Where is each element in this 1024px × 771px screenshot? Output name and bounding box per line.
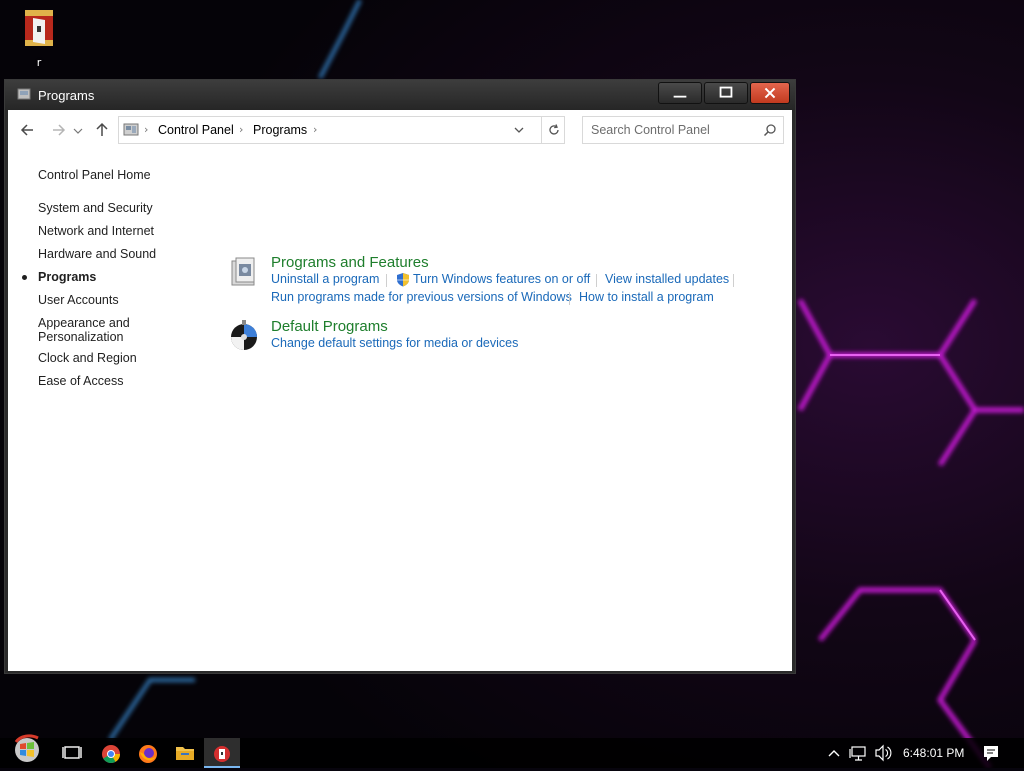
task-view-icon [62,746,82,759]
shield-icon [397,273,409,287]
breadcrumb-separator: › [144,123,149,136]
nav-appearance-line1: Appearance and [38,316,130,330]
link-separator [733,274,734,287]
window-title: Programs [38,88,95,103]
recent-locations-button[interactable] [72,120,84,140]
nav-appearance-line2: Personalization [38,330,124,344]
programs-and-features-link[interactable]: Programs and Features [271,254,429,271]
link-separator [569,292,570,305]
start-orb-icon [14,734,39,762]
firefox-icon [139,745,157,763]
breadcrumb-programs[interactable]: Programs [253,123,307,137]
speaker-icon [875,744,892,762]
up-button[interactable] [92,120,112,140]
link-separator [386,274,387,287]
archive-app-icon [19,6,59,52]
nav-system-and-security[interactable]: System and Security [38,201,153,215]
minimize-button[interactable] [658,82,702,104]
desktop-shortcut[interactable]: r [12,6,66,69]
chrome-taskbar-button[interactable] [93,738,129,768]
chevron-down-icon [514,127,524,133]
programs-icon [17,88,31,100]
programs-and-features-icon [231,257,255,286]
address-dropdown-button[interactable] [511,123,527,137]
chevron-down-icon [73,128,83,134]
maximize-button[interactable] [704,82,748,104]
nav-ease-of-access[interactable]: Ease of Access [38,374,123,388]
forward-button[interactable] [48,120,68,140]
maximize-icon [719,86,733,98]
control-panel-taskbar-button[interactable] [204,738,240,768]
refresh-icon [549,124,559,135]
search-icon[interactable] [763,123,777,137]
how-to-install-link[interactable]: How to install a program [579,290,714,304]
active-bullet-icon [22,275,27,280]
uninstall-program-link[interactable]: Uninstall a program [271,272,379,286]
file-explorer-icon [176,747,194,760]
nav-network-and-internet[interactable]: Network and Internet [38,224,154,238]
network-icon [849,746,866,761]
refresh-button[interactable] [541,117,566,143]
back-button[interactable] [18,120,38,140]
taskbar-clock[interactable]: 6:48:01 PM [903,746,964,760]
control-panel-icon [123,123,139,136]
nav-user-accounts[interactable]: User Accounts [38,293,119,307]
control-panel-window: Programs › Control Panel › Programs › Se… [4,79,796,674]
control-panel-icon [214,746,230,762]
action-center-button[interactable] [982,738,1000,768]
show-hidden-icons-button[interactable] [826,738,842,768]
default-programs-link[interactable]: Default Programs [271,318,388,335]
start-button[interactable] [8,734,48,768]
nav-control-panel-home[interactable]: Control Panel Home [38,168,151,182]
back-arrow-icon [20,124,33,136]
default-programs-icon [231,320,257,350]
firefox-taskbar-button[interactable] [130,738,166,768]
breadcrumb-separator: › [239,123,244,136]
task-view-button[interactable] [54,738,90,768]
window-content: › Control Panel › Programs › Search Cont… [8,110,792,671]
link-separator [596,274,597,287]
notification-icon [984,746,998,761]
search-box[interactable]: Search Control Panel [582,116,784,144]
chrome-icon [102,745,120,764]
breadcrumb-separator: › [313,123,318,136]
nav-programs[interactable]: Programs [22,270,97,284]
taskbar: 6:48:01 PM [0,734,1024,768]
nav-clock-and-region[interactable]: Clock and Region [38,351,137,365]
up-arrow-icon [96,122,108,136]
turn-windows-features-link[interactable]: Turn Windows features on or off [413,272,590,286]
address-bar[interactable]: › Control Panel › Programs › [118,116,565,144]
close-button[interactable] [750,82,790,104]
nav-appearance-and-personalization[interactable]: Appearance and Personalization [38,316,130,344]
close-icon [764,87,776,99]
breadcrumb-control-panel[interactable]: Control Panel [158,123,234,137]
chevron-up-icon [828,750,840,757]
run-older-programs-link[interactable]: Run programs made for previous versions … [271,290,572,304]
forward-arrow-icon [53,124,66,136]
desktop-shortcut-label: r [36,56,42,69]
nav-programs-label: Programs [38,270,97,284]
file-explorer-taskbar-button[interactable] [167,738,203,768]
view-installed-updates-link[interactable]: View installed updates [605,272,729,286]
search-placeholder: Search Control Panel [591,123,710,137]
network-button[interactable] [849,738,869,768]
title-bar[interactable]: Programs [5,80,795,110]
minimize-icon [673,95,687,98]
change-default-settings-link[interactable]: Change default settings for media or dev… [271,336,518,350]
nav-hardware-and-sound[interactable]: Hardware and Sound [38,247,156,261]
volume-button[interactable] [873,738,893,768]
